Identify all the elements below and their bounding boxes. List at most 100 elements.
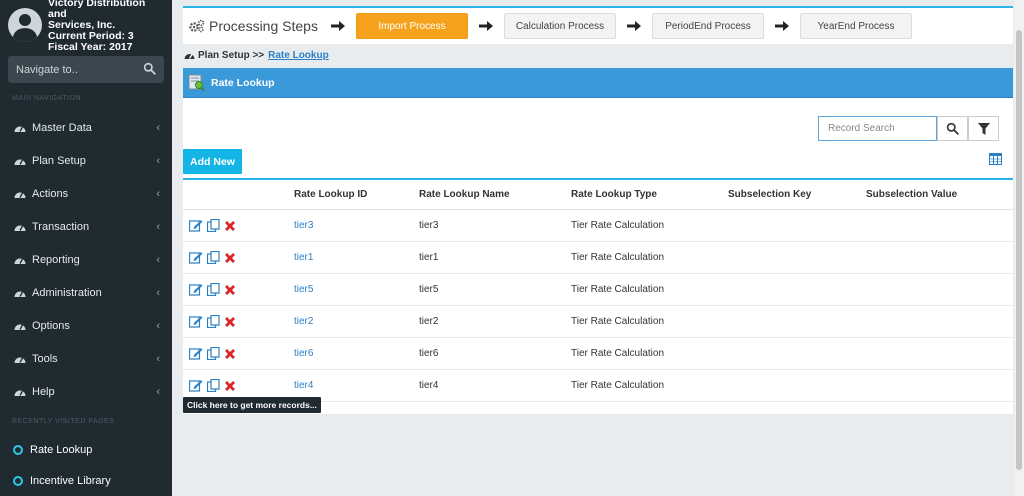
step-import-process[interactable]: Import Process [356,13,468,39]
delete-icon[interactable] [224,316,236,328]
sidebar-item-master-data[interactable]: Master Data ‹ [0,111,172,144]
record-search-input[interactable] [818,116,937,141]
rate-lookup-name-cell: tier4 [419,380,439,391]
recent-item-label: Incentive Library [30,474,111,487]
page-title: Rate Lookup [211,76,275,89]
sidebar-item-options[interactable]: Options ‹ [0,309,172,342]
recent-item-rate-lookup[interactable]: Rate Lookup [0,434,172,465]
sidebar-item-actions[interactable]: Actions ‹ [0,177,172,210]
dashboard-icon [14,321,26,331]
column-header-subselection-value[interactable]: Subselection Value [866,189,957,200]
rate-lookup-type-cell: Tier Rate Calculation [571,316,665,327]
edit-icon[interactable] [189,379,203,392]
rate-lookup-id-link[interactable]: tier6 [294,348,313,359]
scrollbar-thumb[interactable] [1016,30,1022,470]
table-row: tier1 tier1 Tier Rate Calculation [183,242,1013,274]
table-row: tier6 tier6 Tier Rate Calculation [183,338,1013,370]
dashboard-icon [14,189,26,199]
delete-icon[interactable] [224,284,236,296]
more-records-button[interactable]: Click here to get more records... [183,397,321,413]
copy-icon[interactable] [207,379,220,392]
sidebar-item-administration[interactable]: Administration ‹ [0,276,172,309]
edit-icon[interactable] [189,251,203,264]
rate-lookup-id-link[interactable]: tier3 [294,220,313,231]
current-period: Current Period: 3 [48,29,134,42]
chevron-left-icon: ‹ [156,385,160,398]
rate-lookup-id-link[interactable]: tier1 [294,252,313,263]
rate-lookup-type-cell: Tier Rate Calculation [571,380,665,391]
dashboard-icon [14,156,26,166]
rate-lookup-id-link[interactable]: tier2 [294,316,313,327]
rate-lookup-type-cell: Tier Rate Calculation [571,252,665,263]
dashboard-icon [14,288,26,298]
arrow-right-icon [468,21,504,31]
filter-button[interactable] [968,116,999,141]
recent-item-incentive-library[interactable]: Incentive Library [0,465,172,496]
filter-icon [977,122,990,135]
rate-lookup-type-cell: Tier Rate Calculation [571,284,665,295]
sidebar-item-tools[interactable]: Tools ‹ [0,342,172,375]
sidebar-item-plan-setup[interactable]: Plan Setup ‹ [0,144,172,177]
search-button[interactable] [937,116,968,141]
column-header-id[interactable]: Rate Lookup ID [294,189,367,200]
copy-icon[interactable] [207,219,220,232]
sidebar-item-reporting[interactable]: Reporting ‹ [0,243,172,276]
row-actions [189,379,240,392]
rate-lookup-id-link[interactable]: tier5 [294,284,313,295]
edit-icon[interactable] [189,315,203,328]
processing-steps-title: Processing Steps [189,18,320,34]
table-row: tier3 tier3 Tier Rate Calculation [183,210,1013,242]
sidebar-item-transaction[interactable]: Transaction ‹ [0,210,172,243]
sidebar-item-help[interactable]: Help ‹ [0,375,172,408]
copy-icon[interactable] [207,251,220,264]
copy-icon[interactable] [207,347,220,360]
step-calculation-process[interactable]: Calculation Process [504,13,616,39]
delete-icon[interactable] [224,220,236,232]
company-name-line2: Services, Inc. [48,18,116,31]
row-actions [189,219,240,232]
rate-lookup-type-cell: Tier Rate Calculation [571,220,665,231]
step-yearend-process[interactable]: YearEnd Process [800,13,912,39]
content-panel: Rate Lookup Add New Rate Lookup ID Rate … [183,68,1013,414]
column-header-name[interactable]: Rate Lookup Name [419,189,510,200]
company-info: Victory Distribution and Services, Inc. … [48,0,164,53]
dashboard-icon [14,123,26,133]
rate-lookup-name-cell: tier5 [419,284,439,295]
row-actions [189,315,240,328]
rate-lookup-name-cell: tier6 [419,348,439,359]
sidebar-item-label: Administration [32,286,102,299]
arrow-right-icon [616,21,652,31]
circle-icon [13,475,23,486]
copy-icon[interactable] [207,315,220,328]
column-header-type[interactable]: Rate Lookup Type [571,189,657,200]
dashboard-icon [14,354,26,364]
copy-icon[interactable] [207,283,220,296]
arrow-right-icon [764,21,800,31]
delete-icon[interactable] [224,380,236,392]
row-actions [189,347,240,360]
chevron-left-icon: ‹ [156,121,160,134]
search-icon[interactable] [143,62,156,78]
rate-lookup-name-cell: tier2 [419,316,439,327]
main-navigation-label: MAIN NAVIGATION [12,95,82,102]
scrollbar[interactable] [1014,0,1024,496]
search-icon [946,122,959,135]
navigate-search-box [8,56,164,83]
edit-icon[interactable] [189,219,203,232]
edit-icon[interactable] [189,347,203,360]
sidebar-item-label: Options [32,319,70,332]
breadcrumb-current-link[interactable]: Rate Lookup [268,50,329,61]
table-row: tier5 tier5 Tier Rate Calculation [183,274,1013,306]
navigate-search-input[interactable] [16,63,143,76]
delete-icon[interactable] [224,348,236,360]
row-actions [189,283,240,296]
add-new-button[interactable]: Add New [183,149,242,174]
gears-icon [189,19,209,33]
circle-icon [13,444,23,455]
edit-icon[interactable] [189,283,203,296]
delete-icon[interactable] [224,252,236,264]
column-chooser-icon[interactable] [989,153,1002,168]
step-periodend-process[interactable]: PeriodEnd Process [652,13,764,39]
rate-lookup-id-link[interactable]: tier4 [294,380,313,391]
column-header-subselection-key[interactable]: Subselection Key [728,189,811,200]
